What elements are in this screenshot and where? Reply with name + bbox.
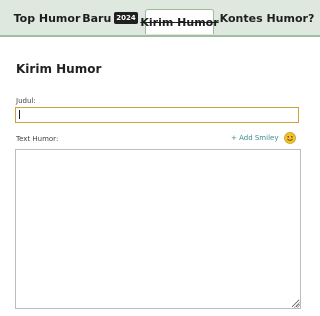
page-title: Kirim Humor bbox=[16, 62, 102, 76]
judul-input[interactable] bbox=[15, 107, 299, 123]
text-humor-label: Text Humor: bbox=[16, 135, 59, 143]
judul-label: Judul: bbox=[16, 97, 36, 105]
year-badge: 2024 bbox=[114, 12, 138, 24]
tab-baru-label: Baru bbox=[82, 11, 112, 25]
tab-top-humor[interactable]: Top Humor bbox=[10, 0, 84, 36]
tab-baru[interactable]: Baru 2024 bbox=[82, 0, 138, 36]
smiley-face-icon[interactable] bbox=[284, 132, 296, 144]
tab-kirim-humor-label: Kirim Humor bbox=[140, 15, 219, 29]
tab-kontes-humor-label: Kontes Humor? bbox=[219, 11, 315, 25]
tab-kirim-humor[interactable]: Kirim Humor bbox=[140, 9, 219, 34]
resize-grip-icon[interactable] bbox=[293, 301, 300, 308]
tab-top-humor-label: Top Humor bbox=[13, 11, 81, 25]
top-nav: Top Humor Baru 2024 Kirim Humor Kontes H… bbox=[0, 0, 320, 37]
text-caret bbox=[19, 110, 20, 119]
add-smiley-link[interactable]: + Add Smiley bbox=[231, 134, 278, 142]
text-humor-textarea[interactable] bbox=[15, 149, 301, 309]
tab-kontes-humor[interactable]: Kontes Humor? bbox=[217, 0, 317, 36]
